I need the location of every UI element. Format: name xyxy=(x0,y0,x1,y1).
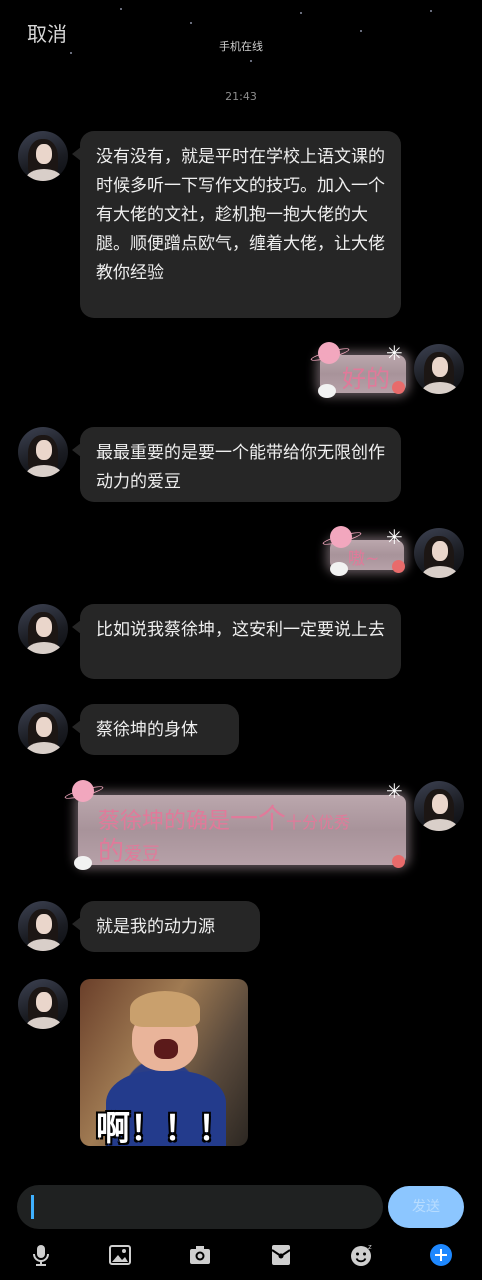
red-packet-icon[interactable] xyxy=(269,1243,293,1267)
online-status: 手机在线 xyxy=(219,40,263,53)
contact-avatar[interactable] xyxy=(18,901,68,951)
plus-icon[interactable] xyxy=(429,1243,453,1267)
send-button[interactable]: 发送 xyxy=(388,1186,464,1228)
star-decoration xyxy=(120,8,122,10)
bunny-decoration xyxy=(318,384,336,398)
text-cursor xyxy=(31,1195,34,1219)
sticker-text: 爱豆 xyxy=(124,844,161,865)
sparkle-icon: ✳ xyxy=(386,779,403,803)
contact-avatar[interactable] xyxy=(18,427,68,477)
contact-avatar[interactable] xyxy=(18,704,68,754)
strawberry-decoration xyxy=(392,560,405,573)
bunny-decoration xyxy=(330,562,348,576)
message-bubble[interactable]: 蔡徐坤的身体 xyxy=(72,704,239,755)
sticker-text: 十分优秀 xyxy=(286,813,351,832)
sticker-text: 的 xyxy=(98,837,125,867)
microphone-icon[interactable] xyxy=(29,1243,53,1267)
bunny-decoration xyxy=(74,856,92,870)
image-message[interactable]: 啊！！！ xyxy=(80,979,248,1146)
message-bubble[interactable]: 比如说我蔡徐坤，这安利一定要说上去 xyxy=(72,604,401,679)
my-avatar[interactable] xyxy=(414,344,464,394)
strawberry-decoration xyxy=(392,855,405,868)
star-decoration xyxy=(300,12,302,14)
sticker-text: 一个 xyxy=(230,802,287,835)
svg-text:z: z xyxy=(368,1243,372,1251)
sticker-text-line-2: 的爱豆 xyxy=(98,831,160,868)
planet-decoration xyxy=(330,526,352,548)
my-avatar[interactable] xyxy=(414,528,464,578)
message-bubble[interactable]: 最最重要的是要一个能带给你无限创作动力的爱豆 xyxy=(72,427,401,502)
contact-avatar[interactable] xyxy=(18,979,68,1029)
message-input[interactable] xyxy=(17,1185,383,1229)
message-bubble[interactable]: 就是我的动力源 xyxy=(72,901,260,952)
sticker-message[interactable]: 蔡徐坤的确是一个十分优秀 的爱豆 xyxy=(78,795,406,868)
contact-avatar[interactable] xyxy=(18,131,68,181)
star-decoration xyxy=(250,60,252,62)
star-decoration xyxy=(190,22,192,24)
sparkle-icon: ✳ xyxy=(386,525,403,549)
strawberry-decoration xyxy=(392,381,405,394)
sticker-text: 嗷~ xyxy=(348,549,380,569)
contact-avatar[interactable] xyxy=(18,604,68,654)
message-bubble[interactable]: 没有没有，就是平时在学校上语文课的时候多听一下写作文的技巧。加入一个有大佬的文社… xyxy=(72,131,401,318)
chat-header: 取消 手机在线 xyxy=(0,0,482,75)
planet-decoration xyxy=(72,780,94,802)
camera-icon[interactable] xyxy=(188,1243,212,1267)
sticker-text: 好的 xyxy=(342,365,390,393)
my-avatar[interactable] xyxy=(414,781,464,831)
star-decoration xyxy=(360,30,362,32)
image-caption: 啊！！！ xyxy=(96,1109,232,1146)
star-decoration xyxy=(430,10,432,12)
planet-decoration xyxy=(318,342,340,364)
message-timestamp: 21:43 xyxy=(225,90,257,103)
image-icon[interactable] xyxy=(108,1243,132,1267)
sparkle-icon: ✳ xyxy=(386,341,403,365)
emoji-icon[interactable]: z xyxy=(349,1243,373,1267)
